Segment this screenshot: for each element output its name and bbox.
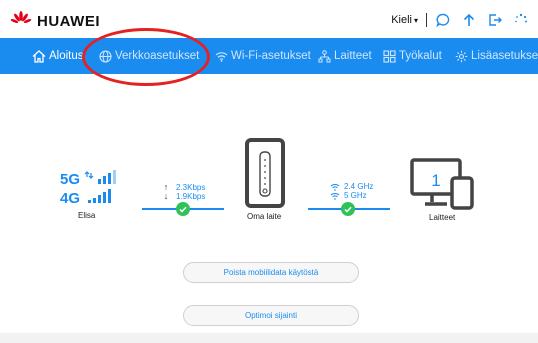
check-icon xyxy=(341,202,355,216)
signal-bars-4g-icon xyxy=(88,189,111,203)
check-icon xyxy=(176,202,190,216)
tools-icon xyxy=(383,49,396,63)
network-type-4g: 4G xyxy=(60,190,80,206)
caret-down-icon: ▾ xyxy=(413,16,418,25)
language-label: Kieli xyxy=(391,14,412,26)
wifi-icon xyxy=(330,183,340,191)
main-nav: Aloitus Verkkoasetukset Wi-Fi-asetukset … xyxy=(0,38,538,74)
signal-indicator: 5G 4G xyxy=(60,170,122,207)
settings-gear-icon xyxy=(455,50,468,62)
nav-item-home[interactable]: Aloitus xyxy=(32,38,84,74)
router-label: Oma laite xyxy=(247,212,282,221)
nav-item-wifi-settings[interactable]: Wi-Fi-asetukset xyxy=(215,38,311,74)
wifi-icon xyxy=(330,192,340,200)
nav-item-label: Aloitus xyxy=(49,50,84,62)
download-rate: ↓ 1.9Kbps xyxy=(162,191,206,201)
logout-icon[interactable] xyxy=(486,11,504,29)
divider xyxy=(426,13,427,27)
router-device-icon[interactable] xyxy=(245,138,285,208)
signal-bars-5g-icon xyxy=(84,170,116,184)
nav-item-label: Verkkoasetukset xyxy=(115,50,200,62)
brand-name: HUAWEI xyxy=(37,13,100,30)
huawei-logo[interactable]: HUAWEI xyxy=(10,11,100,32)
nav-item-label: Laitteet xyxy=(334,50,372,62)
wifi-band-24-label: 2.4 GHz xyxy=(344,182,374,191)
nav-item-label: Wi-Fi-asetukset xyxy=(231,50,311,62)
wifi-band-24: 2.4 GHz xyxy=(330,182,373,191)
nav-item-network-settings[interactable]: Verkkoasetukset xyxy=(99,38,199,74)
nav-item-tools[interactable]: Työkalut xyxy=(383,38,442,74)
disable-mobile-data-button[interactable]: Poista mobiilidata käytöstä xyxy=(183,262,359,283)
language-selector[interactable]: Kieli ▾ xyxy=(391,14,418,26)
optimize-location-button[interactable]: Optimoi sijainti xyxy=(183,305,359,326)
devices-icon xyxy=(318,49,331,62)
wifi-band-5-label: 5 GHz xyxy=(344,191,367,200)
nav-item-label: Työkalut xyxy=(399,50,442,62)
download-rate-value: 1.9Kbps xyxy=(176,191,206,201)
page-footer-strip xyxy=(0,333,538,343)
loading-spinner-icon xyxy=(512,11,530,29)
wifi-icon xyxy=(215,51,228,62)
chat-icon[interactable] xyxy=(434,11,452,29)
upload-icon[interactable] xyxy=(460,11,478,29)
nav-item-devices[interactable]: Laitteet xyxy=(318,38,372,74)
nav-item-label: Lisäasetukset xyxy=(471,50,538,62)
nav-item-advanced-settings[interactable]: Lisäasetukset xyxy=(455,38,538,74)
operator-name: Elisa xyxy=(78,211,96,220)
home-icon xyxy=(32,49,46,63)
network-type-5g: 5G xyxy=(60,171,80,188)
devices-label: Laitteet xyxy=(429,213,456,222)
huawei-flower-icon xyxy=(10,11,32,32)
connected-devices-icon[interactable]: 1 xyxy=(410,158,476,212)
globe-icon xyxy=(99,49,112,63)
connected-devices-count: 1 xyxy=(431,171,440,190)
wifi-band-5: 5 GHz xyxy=(330,191,367,200)
top-bar: HUAWEI Kieli ▾ xyxy=(0,0,538,38)
arrow-down-icon: ↓ xyxy=(163,191,169,201)
